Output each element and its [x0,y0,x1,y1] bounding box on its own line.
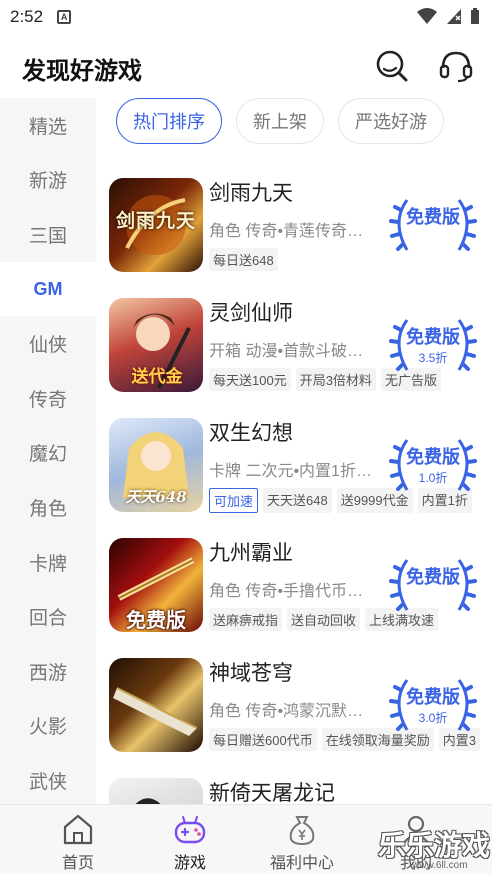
game-art-caption: 送代金 [131,367,183,386]
game-item[interactable]: 神域苍穹 角色 传奇•鸿蒙沉默免费版 每日赠送600代币 在线领取海量奖励 内置… [96,648,492,768]
game-item[interactable]: 免费版 九州霸业 角色 传奇•手撸代币免费版 送麻痹戒指 送自动回收 上线满攻速… [96,528,492,648]
sidebar-item-huoying[interactable]: 火影 [0,699,96,754]
page-title: 发现好游戏 [22,58,142,85]
status-bar: 2:52 A [0,0,492,34]
badge-discount: 1.0折 [418,471,448,485]
accelerate-tag: 可加速 [209,488,259,513]
sidebar-item-jingxuan[interactable]: 精选 [0,98,96,153]
game-icon: 剑雨九天 [109,178,203,272]
game-item[interactable]: 剑雨九天 剑雨九天 角色 传奇•青莲传奇免费版 每日送648 免费版 [96,168,492,288]
sort-tabs: 热门排序 新上架 严选好游 [116,98,444,146]
sidebar-item-xinyou[interactable]: 新游 [0,153,96,208]
blade-art-icon [113,687,198,736]
game-tag: 开局3倍材料 [295,368,376,391]
game-tag: 送自动回收 [287,608,361,631]
game-desc: 角色 传奇•手撸代币免费版 [209,583,379,600]
nav-home[interactable]: 首页 [48,805,108,874]
game-item[interactable]: 送代金 灵剑仙师 开箱 动漫•首款斗破苍穹 每天送100元 开局3倍材料 无广告… [96,288,492,408]
game-icon [109,778,203,804]
badge-label: 免费版 [406,207,460,227]
badge-label: 免费版 [406,447,460,467]
battery-icon [471,8,479,24]
sidebar-item-wuxia[interactable]: 武侠 [0,753,96,804]
game-tag: 每日赠送600代币 [209,728,317,751]
search-icon[interactable] [374,48,410,84]
game-name: 神域苍穹 [209,662,293,685]
badge-label: 免费版 [406,567,460,587]
game-item[interactable]: 天天648 双生幻想 卡牌 二次元•内置1折免费版 可加速 天天送648 送99… [96,408,492,528]
nav-label: 福利中心 [269,855,334,872]
tab-new-release[interactable]: 新上架 [236,98,324,144]
game-name: 灵剑仙师 [209,302,293,325]
badge-label: 免费版 [406,687,460,707]
badge-discount: 3.0折 [418,711,448,725]
game-item[interactable]: 新倚天屠龙记 [96,768,492,804]
game-art-caption: 免费版 [126,610,186,632]
game-icon: 免费版 [109,538,203,632]
free-version-badge[interactable]: 免费版 3.5折 [389,312,477,378]
game-icon: 天天648 [109,418,203,512]
game-desc: 开箱 动漫•首款斗破苍穹 [209,343,379,360]
watermark-url: www.6ll.com [412,860,468,871]
money-bag-icon [289,816,315,845]
game-tag: 天天送648 [263,488,332,513]
badge-label: 免费版 [406,327,460,347]
game-icon [109,658,203,752]
game-icon: 送代金 [109,298,203,392]
game-name: 剑雨九天 [209,182,293,205]
sidebar-item-xianxia[interactable]: 仙侠 [0,316,96,371]
ink-art-icon [135,798,161,804]
header: 发现好游戏 [0,34,492,96]
status-icons [416,7,480,25]
badge-discount: 3.5折 [418,351,448,365]
free-version-badge[interactable]: 免费版 [389,192,477,258]
sidebar-item-sanguo[interactable]: 三国 [0,207,96,262]
wifi-icon [417,8,437,24]
a-box-icon: A [57,10,72,24]
free-version-badge[interactable]: 免费版 [389,552,477,618]
sidebar-item-kapai[interactable]: 卡牌 [0,535,96,590]
free-version-badge[interactable]: 免费版 1.0折 [389,432,477,498]
game-desc: 角色 传奇•鸿蒙沉默免费版 [209,703,379,720]
nav-games[interactable]: 游戏 [160,805,220,874]
game-tag: 每日送648 [209,248,278,271]
tab-curated[interactable]: 严选好游 [338,98,444,144]
sidebar-item-gm[interactable]: GM [0,261,96,317]
status-time: 2:52 [10,7,44,26]
headset-icon[interactable] [438,48,474,84]
home-icon [63,814,93,845]
sidebar-item-chuanqi[interactable]: 传奇 [0,371,96,426]
sidebar-item-mohuan[interactable]: 魔幻 [0,426,96,481]
signal-icon [447,9,461,24]
nav-label: 游戏 [173,855,206,872]
game-list: 剑雨九天 剑雨九天 角色 传奇•青莲传奇免费版 每日送648 免费版 送代金 灵… [96,168,492,804]
category-sidebar: 精选 新游 三国 GM 仙侠 传奇 魔幻 角色 卡牌 回合 西游 火影 武侠 [0,98,96,804]
game-name: 九州霸业 [209,542,293,565]
watermark-logo: 乐乐游戏 [378,830,491,861]
gamepad-icon [174,816,206,844]
game-tag: 送麻痹戒指 [209,608,283,631]
free-version-badge[interactable]: 免费版 3.0折 [389,672,477,738]
game-art-caption: 剑雨九天 [115,210,196,232]
sidebar-item-xiyou[interactable]: 西游 [0,644,96,699]
sidebar-item-huihe[interactable]: 回合 [0,589,96,644]
tab-hot-sort[interactable]: 热门排序 [116,98,222,144]
game-name: 双生幻想 [209,422,293,445]
nav-welfare[interactable]: 福利中心 [262,805,342,874]
game-desc: 角色 传奇•青莲传奇免费版 [209,223,379,240]
game-name: 新倚天屠龙记 [209,782,335,804]
game-art-caption: 天天648 [125,488,187,506]
game-desc: 卡牌 二次元•内置1折免费版 [209,463,379,480]
nav-label: 首页 [61,855,94,872]
sidebar-item-juese[interactable]: 角色 [0,480,96,535]
game-tag: 每天送100元 [209,368,291,391]
